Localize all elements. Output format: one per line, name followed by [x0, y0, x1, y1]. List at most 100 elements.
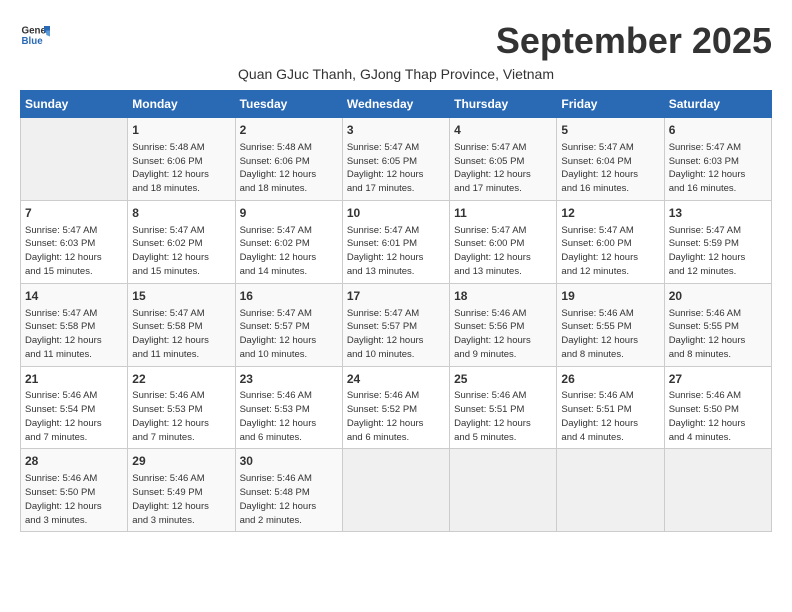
day-info: Sunrise: 5:46 AM Sunset: 5:54 PM Dayligh… — [25, 389, 123, 444]
day-info: Sunrise: 5:47 AM Sunset: 6:00 PM Dayligh… — [454, 224, 552, 279]
day-number: 27 — [669, 371, 767, 388]
calendar-cell: 11 Sunrise: 5:47 AM Sunset: 6:00 PM Dayli… — [450, 200, 557, 283]
weekday-header-saturday: Saturday — [664, 91, 771, 118]
day-info: Sunrise: 5:46 AM Sunset: 5:55 PM Dayligh… — [669, 307, 767, 362]
calendar-cell: 26Sunrise: 5:46 AM Sunset: 5:51 PM Dayli… — [557, 366, 664, 449]
day-number: 8 — [132, 205, 230, 222]
week-row-4: 21Sunrise: 5:46 AM Sunset: 5:54 PM Dayli… — [21, 366, 772, 449]
calendar-cell: 8Sunrise: 5:47 AM Sunset: 6:02 PM Daylig… — [128, 200, 235, 283]
calendar-cell: 24Sunrise: 5:46 AM Sunset: 5:52 PM Dayli… — [342, 366, 449, 449]
day-number: 4 — [454, 122, 552, 139]
day-info: Sunrise: 5:46 AM Sunset: 5:49 PM Dayligh… — [132, 472, 230, 527]
calendar-cell: 28Sunrise: 5:46 AM Sunset: 5:50 PM Dayli… — [21, 449, 128, 532]
day-number: 19 — [561, 288, 659, 305]
day-info: Sunrise: 5:46 AM Sunset: 5:51 PM Dayligh… — [561, 389, 659, 444]
calendar-cell: 7Sunrise: 5:47 AM Sunset: 6:03 PM Daylig… — [21, 200, 128, 283]
day-info: Sunrise: 5:46 AM Sunset: 5:50 PM Dayligh… — [25, 472, 123, 527]
day-info: Sunrise: 5:47 AM Sunset: 5:57 PM Dayligh… — [347, 307, 445, 362]
calendar-cell: 5 Sunrise: 5:47 AM Sunset: 6:04 PM Daylig… — [557, 118, 664, 201]
calendar-cell: 6 Sunrise: 5:47 AM Sunset: 6:03 PM Daylig… — [664, 118, 771, 201]
week-row-5: 28Sunrise: 5:46 AM Sunset: 5:50 PM Dayli… — [21, 449, 772, 532]
day-info: Sunrise: 5:47 AM Sunset: 6:00 PM Dayligh… — [561, 224, 659, 279]
calendar-cell: 21Sunrise: 5:46 AM Sunset: 5:54 PM Dayli… — [21, 366, 128, 449]
calendar-cell: 17 Sunrise: 5:47 AM Sunset: 5:57 PM Dayli… — [342, 283, 449, 366]
page-header: General Blue September 2025 — [20, 20, 772, 62]
subtitle: Quan GJuc Thanh, GJong Thap Province, Vi… — [20, 66, 772, 82]
weekday-header-thursday: Thursday — [450, 91, 557, 118]
day-info: Sunrise: 5:47 AM Sunset: 6:01 PM Dayligh… — [347, 224, 445, 279]
calendar-cell: 29Sunrise: 5:46 AM Sunset: 5:49 PM Dayli… — [128, 449, 235, 532]
weekday-header-wednesday: Wednesday — [342, 91, 449, 118]
day-info: Sunrise: 5:46 AM Sunset: 5:52 PM Dayligh… — [347, 389, 445, 444]
day-number: 16 — [240, 288, 338, 305]
calendar-cell: 13 Sunrise: 5:47 AM Sunset: 5:59 PM Dayli… — [664, 200, 771, 283]
calendar-cell: 16 Sunrise: 5:47 AM Sunset: 5:57 PM Dayli… — [235, 283, 342, 366]
day-number: 6 — [669, 122, 767, 139]
month-title: September 2025 — [496, 20, 772, 62]
day-info: Sunrise: 5:47 AM Sunset: 5:57 PM Dayligh… — [240, 307, 338, 362]
day-number: 22 — [132, 371, 230, 388]
calendar-cell: 9Sunrise: 5:47 AM Sunset: 6:02 PM Daylig… — [235, 200, 342, 283]
calendar-cell — [21, 118, 128, 201]
day-number: 12 — [561, 205, 659, 222]
svg-text:Blue: Blue — [22, 36, 44, 47]
calendar-cell: 23Sunrise: 5:46 AM Sunset: 5:53 PM Dayli… — [235, 366, 342, 449]
weekday-header-tuesday: Tuesday — [235, 91, 342, 118]
day-info: Sunrise: 5:48 AM Sunset: 6:06 PM Dayligh… — [132, 141, 230, 196]
day-info: Sunrise: 5:47 AM Sunset: 5:58 PM Dayligh… — [132, 307, 230, 362]
calendar-cell: 22Sunrise: 5:46 AM Sunset: 5:53 PM Dayli… — [128, 366, 235, 449]
day-number: 11 — [454, 205, 552, 222]
day-info: Sunrise: 5:46 AM Sunset: 5:48 PM Dayligh… — [240, 472, 338, 527]
day-number: 23 — [240, 371, 338, 388]
day-info: Sunrise: 5:47 AM Sunset: 6:02 PM Dayligh… — [240, 224, 338, 279]
week-row-1: 1 Sunrise: 5:48 AM Sunset: 6:06 PM Daylig… — [21, 118, 772, 201]
day-info: Sunrise: 5:46 AM Sunset: 5:51 PM Dayligh… — [454, 389, 552, 444]
weekday-header-sunday: Sunday — [21, 91, 128, 118]
calendar-cell: 2 Sunrise: 5:48 AM Sunset: 6:06 PM Daylig… — [235, 118, 342, 201]
day-info: Sunrise: 5:46 AM Sunset: 5:56 PM Dayligh… — [454, 307, 552, 362]
day-number: 26 — [561, 371, 659, 388]
calendar-table: SundayMondayTuesdayWednesdayThursdayFrid… — [20, 90, 772, 532]
day-info: Sunrise: 5:46 AM Sunset: 5:50 PM Dayligh… — [669, 389, 767, 444]
day-number: 2 — [240, 122, 338, 139]
day-info: Sunrise: 5:46 AM Sunset: 5:53 PM Dayligh… — [240, 389, 338, 444]
calendar-cell: 18 Sunrise: 5:46 AM Sunset: 5:56 PM Dayli… — [450, 283, 557, 366]
day-number: 3 — [347, 122, 445, 139]
day-number: 30 — [240, 453, 338, 470]
day-number: 17 — [347, 288, 445, 305]
weekday-header-friday: Friday — [557, 91, 664, 118]
calendar-cell: 14Sunrise: 5:47 AM Sunset: 5:58 PM Dayli… — [21, 283, 128, 366]
day-number: 14 — [25, 288, 123, 305]
day-number: 1 — [132, 122, 230, 139]
day-info: Sunrise: 5:47 AM Sunset: 5:59 PM Dayligh… — [669, 224, 767, 279]
day-number: 20 — [669, 288, 767, 305]
calendar-cell — [664, 449, 771, 532]
day-info: Sunrise: 5:47 AM Sunset: 6:03 PM Dayligh… — [669, 141, 767, 196]
calendar-cell — [557, 449, 664, 532]
day-number: 21 — [25, 371, 123, 388]
day-number: 15 — [132, 288, 230, 305]
day-info: Sunrise: 5:47 AM Sunset: 6:04 PM Dayligh… — [561, 141, 659, 196]
week-row-3: 14 Sunrise: 5:47 AM Sunset: 5:58 PM Dayli… — [21, 283, 772, 366]
calendar-cell — [450, 449, 557, 532]
day-number: 7 — [25, 205, 123, 222]
calendar-cell: 3 Sunrise: 5:47 AM Sunset: 6:05 PM Daylig… — [342, 118, 449, 201]
calendar-cell: 20 Sunrise: 5:46 AM Sunset: 5:55 PM Dayli… — [664, 283, 771, 366]
day-info: Sunrise: 5:47 AM Sunset: 6:05 PM Dayligh… — [347, 141, 445, 196]
day-number: 18 — [454, 288, 552, 305]
day-info: Sunrise: 5:48 AM Sunset: 6:06 PM Dayligh… — [240, 141, 338, 196]
day-info: Sunrise: 5:46 AM Sunset: 5:53 PM Dayligh… — [132, 389, 230, 444]
day-number: 5 — [561, 122, 659, 139]
logo: General Blue — [20, 20, 50, 50]
day-info: Sunrise: 5:47 AM Sunset: 6:05 PM Dayligh… — [454, 141, 552, 196]
calendar-cell — [342, 449, 449, 532]
day-number: 13 — [669, 205, 767, 222]
day-number: 24 — [347, 371, 445, 388]
calendar-cell: 15 Sunrise: 5:47 AM Sunset: 5:58 PM Dayli… — [128, 283, 235, 366]
calendar-cell: 27Sunrise: 5:46 AM Sunset: 5:50 PM Dayli… — [664, 366, 771, 449]
weekday-header-monday: Monday — [128, 91, 235, 118]
week-row-2: 7Sunrise: 5:47 AM Sunset: 6:03 PM Daylig… — [21, 200, 772, 283]
calendar-cell: 1 Sunrise: 5:48 AM Sunset: 6:06 PM Daylig… — [128, 118, 235, 201]
weekday-header-row: SundayMondayTuesdayWednesdayThursdayFrid… — [21, 91, 772, 118]
calendar-cell: 25Sunrise: 5:46 AM Sunset: 5:51 PM Dayli… — [450, 366, 557, 449]
